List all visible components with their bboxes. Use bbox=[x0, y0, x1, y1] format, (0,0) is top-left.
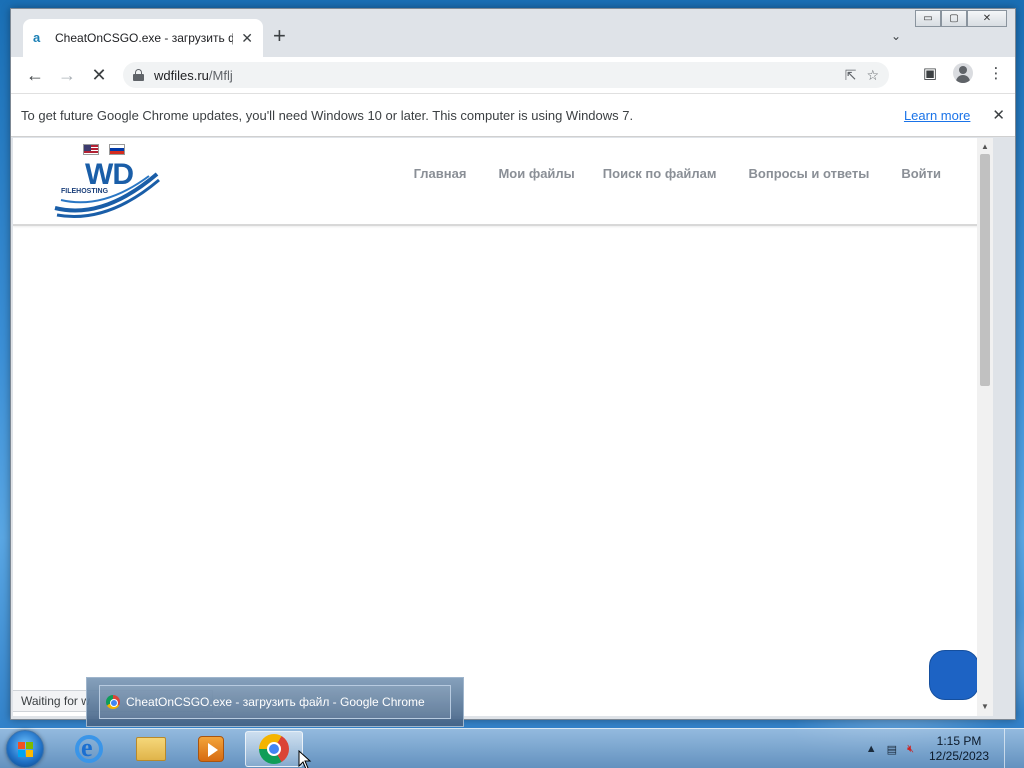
chrome-icon bbox=[259, 734, 289, 764]
tab-close-icon[interactable]: ✕ bbox=[241, 30, 253, 47]
nav-item-home[interactable]: Главная bbox=[414, 166, 471, 181]
nav-item-login-label: Войти bbox=[901, 166, 941, 181]
share-icon[interactable]: ⇱ bbox=[845, 67, 857, 84]
tooltip-title: CheatOnCSGO.exe - загрузить файл - Googl… bbox=[126, 695, 425, 709]
menu-kebab-icon[interactable]: ⋮ bbox=[987, 64, 1005, 82]
show-desktop-button[interactable] bbox=[1004, 729, 1018, 768]
start-button[interactable] bbox=[6, 730, 44, 768]
tab-active[interactable]: a CheatOnCSGO.exe - загрузить ф ✕ bbox=[23, 19, 263, 57]
tooltip-item[interactable]: CheatOnCSGO.exe - загрузить файл - Googl… bbox=[99, 685, 451, 719]
update-infobar: To get future Google Chrome updates, you… bbox=[11, 93, 1015, 137]
system-tray: ▲ ▤ 🔇︎ 1:15 PM 12/25/2023 bbox=[866, 729, 1024, 768]
chrome-small-icon bbox=[106, 695, 120, 709]
tab-strip: a CheatOnCSGO.exe - загрузить ф ✕ + ⌄ ▭ … bbox=[11, 9, 1015, 57]
taskbar-thumbnail-tooltip[interactable]: CheatOnCSGO.exe - загрузить файл - Googl… bbox=[86, 677, 464, 727]
page-viewport: WD FILEHOSTING Главная Мои файлы Поиск п… bbox=[13, 138, 993, 716]
lock-icon[interactable] bbox=[133, 69, 144, 81]
scroll-thumb[interactable] bbox=[980, 154, 990, 386]
toolbar-right: ▣ ⋮ bbox=[921, 63, 1005, 83]
nav-item-faq-label: Вопросы и ответы bbox=[748, 166, 870, 181]
ru-flag-icon[interactable] bbox=[109, 144, 125, 155]
logo-subtext: FILEHOSTING bbox=[61, 188, 109, 195]
clock-time: 1:15 PM bbox=[936, 734, 982, 748]
page-scrollbar[interactable]: ▲ ▼ bbox=[977, 138, 993, 716]
chat-widget-button[interactable] bbox=[929, 650, 979, 700]
maximize-button[interactable]: ▢ bbox=[941, 10, 967, 27]
site-header: WD FILEHOSTING Главная Мои файлы Поиск п… bbox=[13, 138, 993, 226]
network-icon[interactable]: ▤ bbox=[887, 743, 897, 756]
site-favicon-icon: a bbox=[33, 30, 41, 45]
nav-item-login[interactable]: Войти bbox=[897, 166, 941, 181]
nav-item-faq[interactable]: Вопросы и ответы bbox=[749, 166, 870, 181]
volume-muted-icon[interactable]: 🔇︎ bbox=[907, 743, 914, 756]
bookmark-star-icon[interactable]: ☆ bbox=[866, 67, 879, 84]
forward-button[interactable]: → bbox=[51, 65, 83, 86]
scroll-down-arrow-icon[interactable]: ▼ bbox=[977, 700, 993, 714]
browser-toolbar: ← → ✕ wdfiles.ru/Mflj ⇱ ☆ ▣ ⋮ bbox=[11, 57, 1015, 93]
media-player-icon bbox=[198, 736, 224, 762]
scroll-up-arrow-icon[interactable]: ▲ bbox=[977, 140, 993, 154]
windows-logo-icon bbox=[18, 742, 34, 758]
nav-item-my-files[interactable]: Мои файлы bbox=[498, 166, 574, 181]
infobar-message: To get future Google Chrome updates, you… bbox=[21, 107, 634, 123]
clock-date: 12/25/2023 bbox=[928, 749, 990, 763]
clock[interactable]: 1:15 PM 12/25/2023 bbox=[924, 734, 994, 764]
nav-item-search-files-label: Поиск по файлам bbox=[602, 166, 717, 181]
new-tab-button[interactable]: + bbox=[273, 23, 286, 49]
tab-title: CheatOnCSGO.exe - загрузить ф bbox=[55, 31, 234, 45]
nav-item-home-label: Главная bbox=[413, 166, 467, 181]
taskbar-chrome[interactable] bbox=[245, 731, 303, 767]
us-flag-icon[interactable] bbox=[83, 144, 99, 155]
taskbar-internet-explorer[interactable] bbox=[60, 731, 118, 767]
logo-text: WD bbox=[85, 158, 134, 191]
back-button[interactable]: ← bbox=[19, 65, 51, 86]
tab-search-chevron-icon[interactable]: ⌄ bbox=[891, 29, 901, 43]
language-flags bbox=[83, 144, 125, 155]
window-controls: ▭ ▢ ✕ bbox=[915, 10, 1007, 27]
nav-item-my-files-label: Мои файлы bbox=[498, 166, 575, 181]
site-nav: Главная Мои файлы Поиск по файлам Вопрос… bbox=[414, 166, 941, 181]
url-text[interactable]: wdfiles.ru/Mflj bbox=[154, 68, 835, 83]
mouse-cursor-icon bbox=[298, 750, 312, 768]
chrome-window: a CheatOnCSGO.exe - загрузить ф ✕ + ⌄ ▭ … bbox=[10, 8, 1016, 720]
taskbar: ▲ ▤ 🔇︎ 1:15 PM 12/25/2023 bbox=[0, 728, 1024, 768]
learn-more-link[interactable]: Learn more bbox=[904, 108, 970, 123]
url-path: /Mflj bbox=[208, 67, 233, 83]
close-button[interactable]: ✕ bbox=[967, 10, 1007, 27]
minimize-button[interactable]: ▭ bbox=[915, 10, 941, 27]
folder-icon bbox=[136, 737, 166, 761]
taskbar-media-player[interactable] bbox=[182, 731, 240, 767]
internet-explorer-icon bbox=[75, 733, 103, 763]
stop-loading-button[interactable]: ✕ bbox=[83, 65, 115, 86]
show-hidden-icons-icon[interactable]: ▲ bbox=[866, 743, 877, 755]
site-logo[interactable]: WD FILEHOSTING bbox=[53, 158, 163, 224]
taskbar-windows-explorer[interactable] bbox=[122, 731, 180, 767]
url-host: wdfiles.ru bbox=[154, 67, 209, 83]
infobar-close-icon[interactable]: ✕ bbox=[992, 106, 1005, 124]
side-panel-icon[interactable]: ▣ bbox=[921, 64, 939, 82]
profile-avatar-icon[interactable] bbox=[953, 63, 973, 83]
address-bar[interactable]: wdfiles.ru/Mflj ⇱ ☆ bbox=[123, 62, 889, 88]
nav-item-search-files[interactable]: Поиск по файлам bbox=[603, 166, 721, 181]
